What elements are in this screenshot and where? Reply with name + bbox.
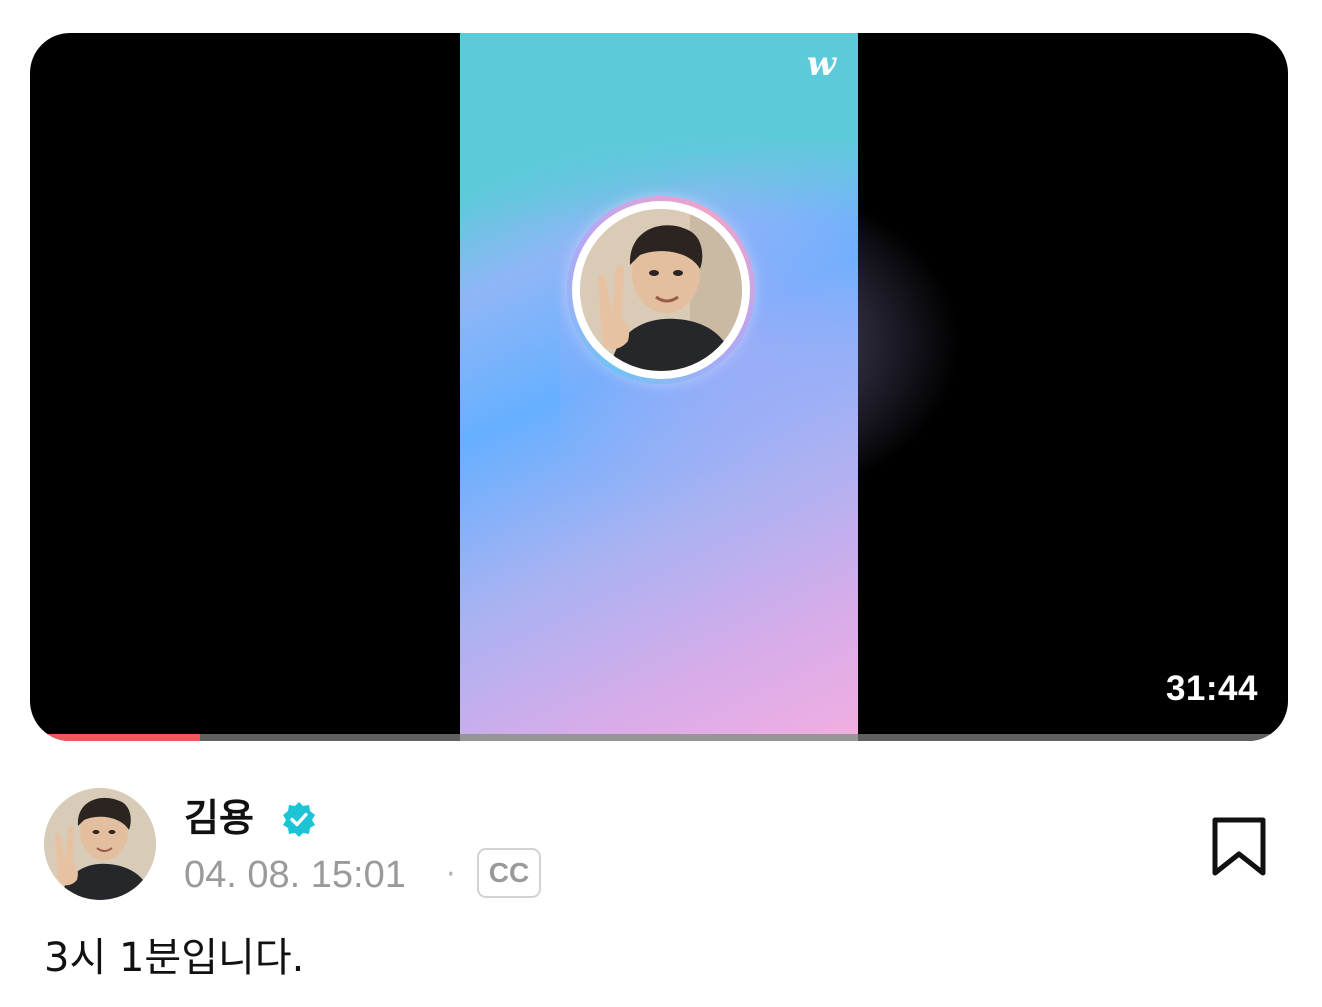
- weverse-logo-icon: w: [806, 44, 836, 84]
- cc-badge[interactable]: CC: [477, 848, 541, 898]
- progress-bar[interactable]: [30, 734, 1288, 741]
- post-caption: 3시 1분입니다.: [44, 935, 305, 981]
- live-avatar-ring: [567, 196, 755, 384]
- separator-dot: ·: [446, 857, 456, 892]
- author-name[interactable]: 김용: [184, 792, 254, 844]
- video-duration: 31:44: [1165, 669, 1258, 708]
- bookmark-icon[interactable]: [1210, 816, 1268, 878]
- video-player[interactable]: w 31:44: [30, 33, 1288, 741]
- person-photo-icon: [44, 788, 156, 900]
- progress-fill: [30, 734, 200, 741]
- post-meta: 김용 04. 08. 15:01 · CC: [44, 788, 1284, 903]
- post-timestamp: 04. 08. 15:01: [184, 854, 406, 896]
- live-avatar-photo: [580, 209, 742, 371]
- person-photo-icon: [580, 209, 742, 371]
- verified-badge-icon: [283, 802, 315, 837]
- video-frame[interactable]: w: [460, 33, 980, 741]
- author-avatar[interactable]: [44, 788, 156, 900]
